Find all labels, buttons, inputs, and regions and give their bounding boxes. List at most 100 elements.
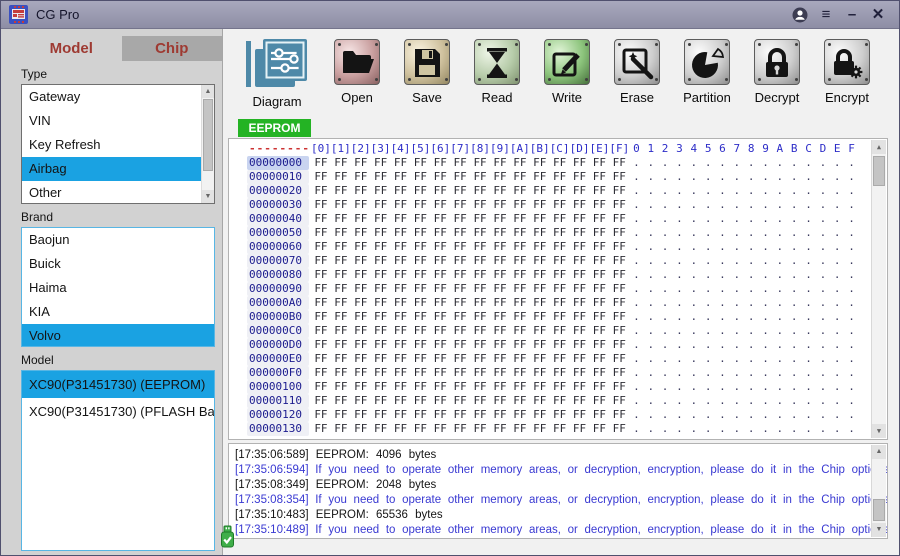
scroll-up-icon[interactable]: ▲ bbox=[872, 445, 886, 459]
ascii-char: . bbox=[658, 408, 672, 422]
hex-byte: FF bbox=[510, 240, 530, 254]
hex-byte: FF bbox=[410, 338, 430, 352]
ascii-char: . bbox=[801, 296, 815, 310]
read-button[interactable]: Read bbox=[473, 39, 521, 105]
list-item-volvo[interactable]: Volvo bbox=[22, 324, 214, 347]
account-button[interactable] bbox=[787, 1, 813, 28]
close-button[interactable]: ✕ bbox=[865, 1, 891, 28]
ascii-char: . bbox=[672, 240, 686, 254]
tab-model[interactable]: Model bbox=[21, 36, 122, 61]
open-button[interactable]: Open bbox=[333, 39, 381, 105]
hex-offset-header: -------- bbox=[247, 142, 309, 156]
ascii-char: . bbox=[672, 184, 686, 198]
log-scrollbar[interactable]: ▲ ▼ bbox=[871, 445, 886, 537]
decrypt-button[interactable]: Decrypt bbox=[753, 39, 801, 105]
ascii-char: . bbox=[758, 380, 772, 394]
ascii-char: . bbox=[801, 240, 815, 254]
hex-byte: FF bbox=[351, 254, 371, 268]
scroll-up-icon[interactable]: ▲ bbox=[202, 85, 214, 98]
model-section-label: Model bbox=[21, 353, 222, 367]
hex-byte: FF bbox=[490, 380, 510, 394]
type-list-scrollbar[interactable]: ▲ ▼ bbox=[201, 85, 214, 203]
hex-address: 00000030 bbox=[247, 198, 309, 212]
hex-row: 000000B0FFFFFFFFFFFFFFFFFFFFFFFFFFFFFFFF… bbox=[229, 310, 887, 324]
list-item-buick[interactable]: Buick bbox=[22, 252, 214, 276]
hex-row: 00000120FFFFFFFFFFFFFFFFFFFFFFFFFFFFFFFF… bbox=[229, 408, 887, 422]
ascii-char: . bbox=[687, 170, 701, 184]
model-listbox[interactable]: XC90(P31451730) (EEPROM)XC90(P31451730) … bbox=[21, 370, 215, 551]
hex-scrollbar[interactable]: ▲ ▼ bbox=[871, 140, 886, 438]
ascii-char: . bbox=[730, 170, 744, 184]
ascii-char: . bbox=[701, 422, 715, 436]
hex-byte: FF bbox=[490, 170, 510, 184]
hex-byte: FF bbox=[331, 366, 351, 380]
memory-area-tab[interactable]: EEPROM bbox=[238, 119, 311, 137]
ascii-char: . bbox=[629, 310, 643, 324]
hex-byte: FF bbox=[550, 226, 570, 240]
list-item-xc90-p31451730-pflash-backup[interactable]: XC90(P31451730) (PFLASH Backup) bbox=[22, 398, 214, 425]
ascii-column-header: E bbox=[830, 142, 844, 156]
log-panel[interactable]: [17:35:06:589] EEPROM: 4096 bytes[17:35:… bbox=[228, 443, 888, 539]
ascii-char: . bbox=[730, 254, 744, 268]
hex-byte: FF bbox=[450, 380, 470, 394]
type-listbox[interactable]: ▲ ▼ GatewayVINKey RefreshAirbagOther bbox=[21, 84, 215, 204]
hex-column-header: [A] bbox=[510, 142, 530, 156]
ascii-char: . bbox=[773, 394, 787, 408]
list-item-xc90-p31451730-eeprom[interactable]: XC90(P31451730) (EEPROM) bbox=[22, 371, 214, 398]
ascii-char: . bbox=[672, 366, 686, 380]
hex-editor[interactable]: --------[0][1][2][3][4][5][6][7][8][9][A… bbox=[228, 138, 888, 440]
erase-button[interactable]: Erase bbox=[613, 39, 661, 105]
write-button[interactable]: Write bbox=[543, 39, 591, 105]
encrypt-button[interactable]: Encrypt bbox=[823, 39, 871, 105]
ascii-char: . bbox=[744, 422, 758, 436]
ascii-char: . bbox=[658, 422, 672, 436]
ascii-char: . bbox=[830, 394, 844, 408]
hex-byte: FF bbox=[371, 156, 391, 170]
ascii-char: . bbox=[672, 324, 686, 338]
list-item-airbag[interactable]: Airbag bbox=[22, 157, 214, 181]
hex-byte: FF bbox=[371, 268, 391, 282]
diagram-button[interactable]: Diagram bbox=[245, 39, 309, 109]
scrollbar-thumb[interactable] bbox=[203, 99, 213, 171]
scroll-down-icon[interactable]: ▼ bbox=[872, 523, 886, 537]
brand-listbox[interactable]: BaojunBuickHaimaKIAVolvo bbox=[21, 227, 215, 347]
ascii-column-header: 9 bbox=[758, 142, 772, 156]
ascii-char: . bbox=[801, 394, 815, 408]
list-item-other[interactable]: Other bbox=[22, 181, 214, 204]
save-button[interactable]: Save bbox=[403, 39, 451, 105]
ascii-char: . bbox=[773, 310, 787, 324]
hex-byte: FF bbox=[410, 184, 430, 198]
ascii-char: . bbox=[744, 198, 758, 212]
ascii-char: . bbox=[830, 366, 844, 380]
scroll-up-icon[interactable]: ▲ bbox=[872, 140, 886, 154]
log-entry: [17:35:08:354] If you need to operate ot… bbox=[235, 493, 867, 508]
list-item-haima[interactable]: Haima bbox=[22, 276, 214, 300]
list-item-kia[interactable]: KIA bbox=[22, 300, 214, 324]
menu-button[interactable]: ≡ bbox=[813, 1, 839, 28]
ascii-char: . bbox=[672, 226, 686, 240]
scrollbar-thumb[interactable] bbox=[873, 499, 885, 521]
list-item-gateway[interactable]: Gateway bbox=[22, 85, 214, 109]
hex-column-header: [D] bbox=[570, 142, 590, 156]
hex-byte: FF bbox=[351, 240, 371, 254]
partition-button[interactable]: Partition bbox=[683, 39, 731, 105]
ascii-char: . bbox=[844, 212, 858, 226]
ascii-char: . bbox=[672, 268, 686, 282]
tab-chip[interactable]: Chip bbox=[122, 36, 223, 61]
hex-byte: FF bbox=[510, 198, 530, 212]
list-item-baojun[interactable]: Baojun bbox=[22, 228, 214, 252]
ascii-char: . bbox=[844, 352, 858, 366]
ascii-char: . bbox=[844, 226, 858, 240]
scrollbar-thumb[interactable] bbox=[873, 156, 885, 186]
ascii-char: . bbox=[816, 408, 830, 422]
list-item-key-refresh[interactable]: Key Refresh bbox=[22, 133, 214, 157]
minimize-button[interactable]: – bbox=[839, 1, 865, 28]
hex-address: 000000D0 bbox=[247, 338, 309, 352]
list-item-vin[interactable]: VIN bbox=[22, 109, 214, 133]
scroll-down-icon[interactable]: ▼ bbox=[872, 424, 886, 438]
scroll-down-icon[interactable]: ▼ bbox=[202, 190, 214, 203]
hex-byte: FF bbox=[510, 366, 530, 380]
hex-byte: FF bbox=[490, 268, 510, 282]
hex-column-header: [5] bbox=[410, 142, 430, 156]
window-title: CG Pro bbox=[36, 7, 787, 22]
